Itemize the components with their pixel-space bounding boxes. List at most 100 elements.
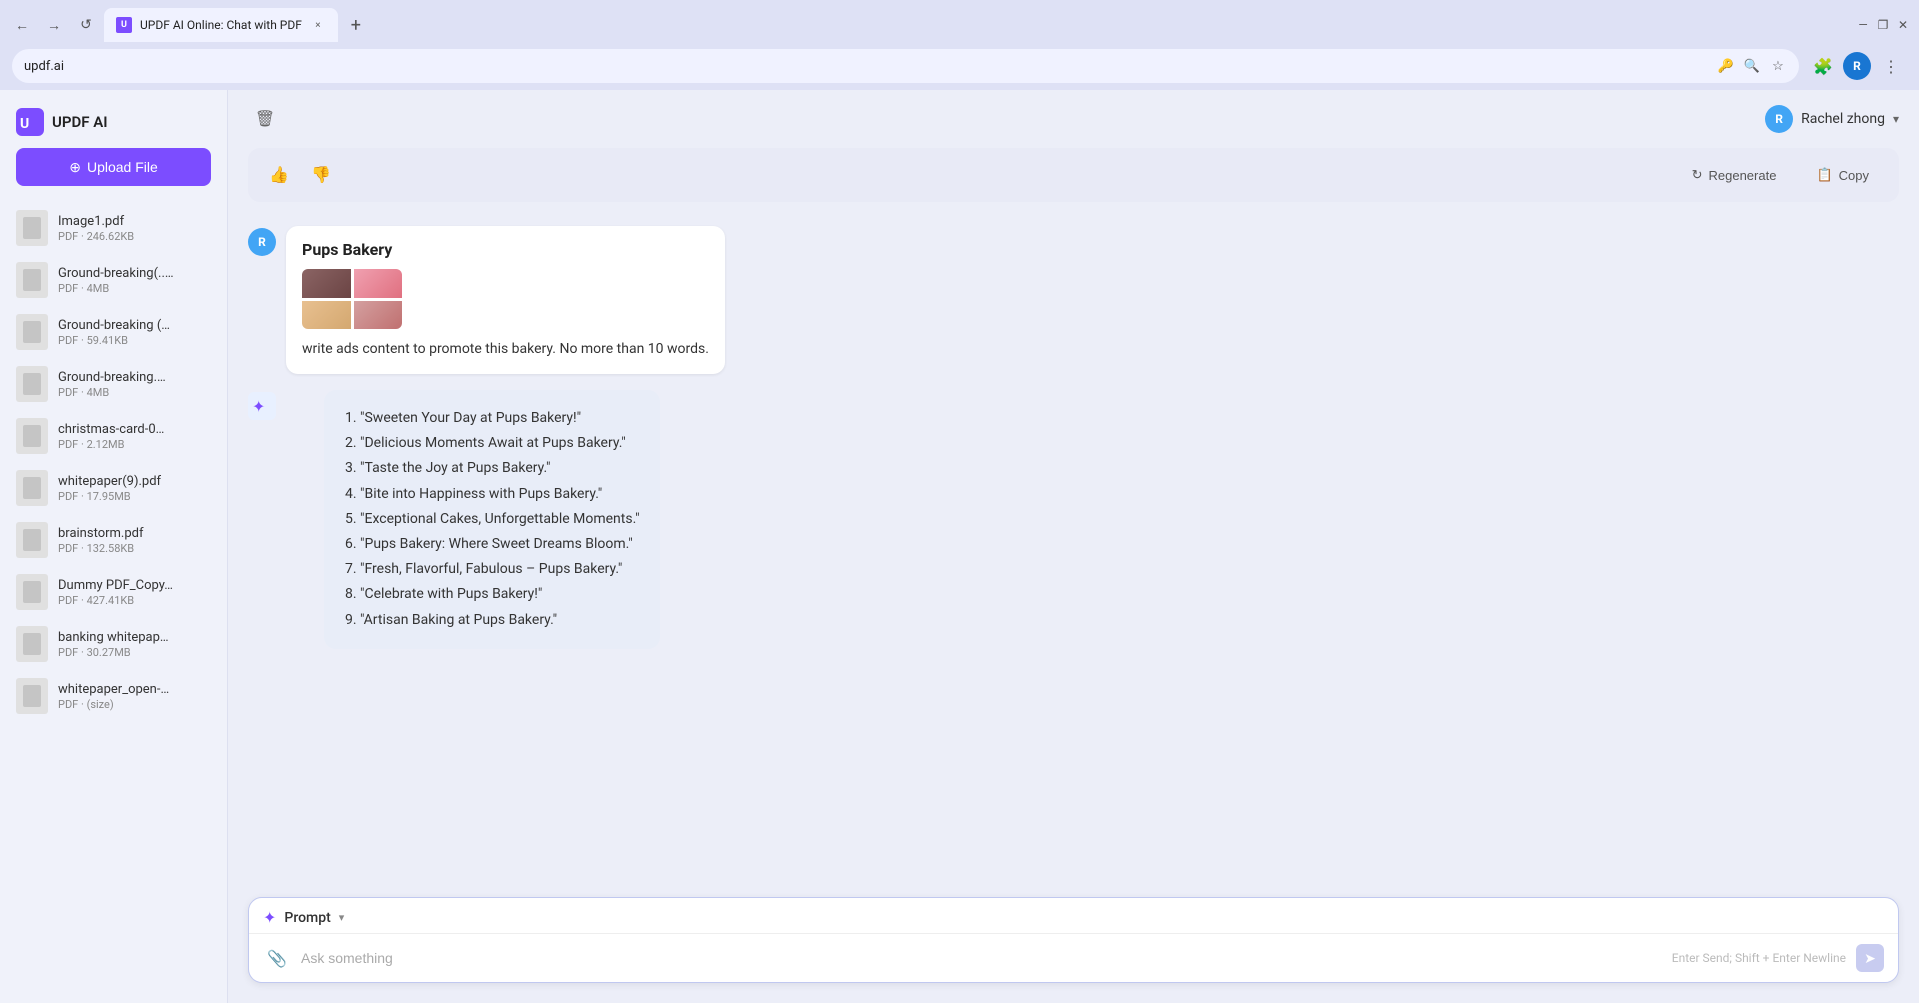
file-size: PDF · (size) [58,698,211,711]
sidebar-title: UPDF AI [52,113,108,131]
svg-text:U: U [20,116,29,132]
copy-label: Copy [1839,168,1869,183]
attach-button[interactable]: 📎 [263,944,291,972]
list-item: "Fresh, Flavorful, Fabulous – Pups Baker… [360,557,640,582]
sidebar: U UPDF AI ⊕ Upload File Image1.pdf PDF ·… [0,90,228,1003]
more-options-button[interactable]: ⋮ [1875,50,1907,82]
zoom-icon[interactable]: 🔍 [1743,57,1761,75]
new-tab-button[interactable]: + [342,11,370,39]
prompt-chevron-icon[interactable]: ▾ [339,911,345,924]
file-icon [16,418,48,454]
app-container: U UPDF AI ⊕ Upload File Image1.pdf PDF ·… [0,90,1919,1003]
file-info: Dummy PDF_Copy… PDF · 427.41KB [58,578,211,607]
address-bar[interactable]: updf.ai 🔑 🔍 ☆ [12,49,1799,83]
password-icon[interactable]: 🔑 [1717,57,1735,75]
file-name: banking whitepap… [58,630,211,645]
feedback-bar: 👍 👎 ↻ Regenerate 📋 Copy [248,148,1899,202]
file-icon [16,470,48,506]
ai-response-list: "Sweeten Your Day at Pups Bakery!" "Deli… [344,406,640,633]
list-item: "Sweeten Your Day at Pups Bakery!" [360,406,640,431]
list-item[interactable]: Ground-breaking.… PDF · 4MB [0,358,227,410]
user-message: R Pups Bakery write ads content to promo… [248,226,1899,374]
sidebar-header: U UPDF AI [0,90,227,148]
bakery-images [302,269,402,329]
bakery-image-3 [302,301,351,330]
file-name: Ground-breaking(..… [58,266,211,281]
send-button[interactable]: ➤ [1856,944,1884,972]
ai-message: ✦ "Sweeten Your Day at Pups Bakery!" "De… [248,390,1899,649]
list-item[interactable]: Image1.pdf PDF · 246.62KB [0,202,227,254]
list-item[interactable]: Ground-breaking (… PDF · 59.41KB [0,306,227,358]
bookmark-icon[interactable]: ☆ [1769,57,1787,75]
maximize-button[interactable]: ❐ [1875,17,1891,33]
thumbs-up-icon: 👍 [269,165,289,185]
ai-avatar: ✦ [248,392,276,420]
message-content: Pups Bakery write ads content to promote… [286,226,725,374]
send-icon: ➤ [1864,950,1876,967]
list-item[interactable]: brainstorm.pdf PDF · 132.58KB [0,514,227,566]
active-tab[interactable]: U UPDF AI Online: Chat with PDF × [104,8,338,42]
file-icon [16,210,48,246]
browser-chrome: ← → ↺ U UPDF AI Online: Chat with PDF × … [0,0,1919,90]
delete-button[interactable]: 🗑 [248,102,282,136]
list-item[interactable]: Ground-breaking(..… PDF · 4MB [0,254,227,306]
file-info: banking whitepap… PDF · 30.27MB [58,630,211,659]
forward-button[interactable]: → [40,11,68,39]
user-menu[interactable]: R Rachel zhong ▾ [1765,105,1899,133]
message-text: write ads content to promote this bakery… [302,339,709,360]
main-header: 🗑 R Rachel zhong ▾ [228,90,1919,148]
file-icon [16,314,48,350]
thumbs-down-button[interactable]: 👎 [306,160,336,190]
refresh-button[interactable]: ↺ [72,11,100,39]
extensions-button[interactable]: 🧩 [1807,50,1839,82]
address-bar-row: updf.ai 🔑 🔍 ☆ 🧩 R ⋮ [0,42,1919,90]
regenerate-button[interactable]: ↻ Regenerate [1678,161,1791,189]
svg-text:✦: ✦ [252,397,265,416]
input-field-row: 📎 Enter Send; Shift + Enter Newline ➤ [249,934,1898,982]
thumbs-up-button[interactable]: 👍 [264,160,294,190]
file-size: PDF · 132.58KB [58,542,211,555]
input-area: ✦ Prompt ▾ 📎 Enter Send; Shift + Enter N… [228,885,1919,1003]
file-icon [16,262,48,298]
regenerate-icon: ↻ [1692,167,1703,183]
file-size: PDF · 17.95MB [58,490,211,503]
file-icon [16,366,48,402]
file-name: whitepaper(9).pdf [58,474,211,489]
file-name: whitepaper_open-… [58,682,211,697]
list-item: "Delicious Moments Await at Pups Bakery.… [360,431,640,456]
file-size: PDF · 2.12MB [58,438,211,451]
file-info: whitepaper_open-… PDF · (size) [58,682,211,711]
browser-avatar[interactable]: R [1843,52,1871,80]
minimize-button[interactable]: — [1855,17,1871,33]
tab-close-button[interactable]: × [310,17,326,33]
ask-input[interactable] [301,950,1662,966]
file-icon [16,522,48,558]
prompt-label: Prompt [284,910,330,926]
browser-actions: 🧩 R ⋮ [1807,50,1907,82]
back-button[interactable]: ← [8,11,36,39]
close-button[interactable]: ✕ [1895,17,1911,33]
list-item[interactable]: christmas-card-0… PDF · 2.12MB [0,410,227,462]
regenerate-label: Regenerate [1709,168,1777,183]
copy-button[interactable]: 📋 Copy [1802,161,1883,189]
list-item[interactable]: whitepaper_open-… PDF · (size) [0,670,227,722]
list-item: "Exceptional Cakes, Unforgettable Moment… [360,507,640,532]
trash-icon: 🗑 [255,109,275,129]
file-size: PDF · 4MB [58,386,211,399]
file-size: PDF · 4MB [58,282,211,295]
file-info: christmas-card-0… PDF · 2.12MB [58,422,211,451]
upload-file-button[interactable]: ⊕ Upload File [16,148,211,186]
file-name: Ground-breaking.… [58,370,211,385]
file-info: Image1.pdf PDF · 246.62KB [58,214,211,243]
list-item[interactable]: whitepaper(9).pdf PDF · 17.95MB [0,462,227,514]
bakery-image-2 [354,269,403,298]
list-item[interactable]: Dummy PDF_Copy… PDF · 427.41KB [0,566,227,618]
user-name: Rachel zhong [1801,111,1885,127]
file-name: Ground-breaking (… [58,318,211,333]
list-item[interactable]: banking whitepap… PDF · 30.27MB [0,618,227,670]
main-content: 🗑 R Rachel zhong ▾ 👍 👎 ↻ Re [228,90,1919,1003]
file-info: Ground-breaking.… PDF · 4MB [58,370,211,399]
bakery-image-1 [302,269,351,298]
input-toolbar: ✦ Prompt ▾ [249,898,1898,934]
bakery-name: Pups Bakery [302,240,709,259]
